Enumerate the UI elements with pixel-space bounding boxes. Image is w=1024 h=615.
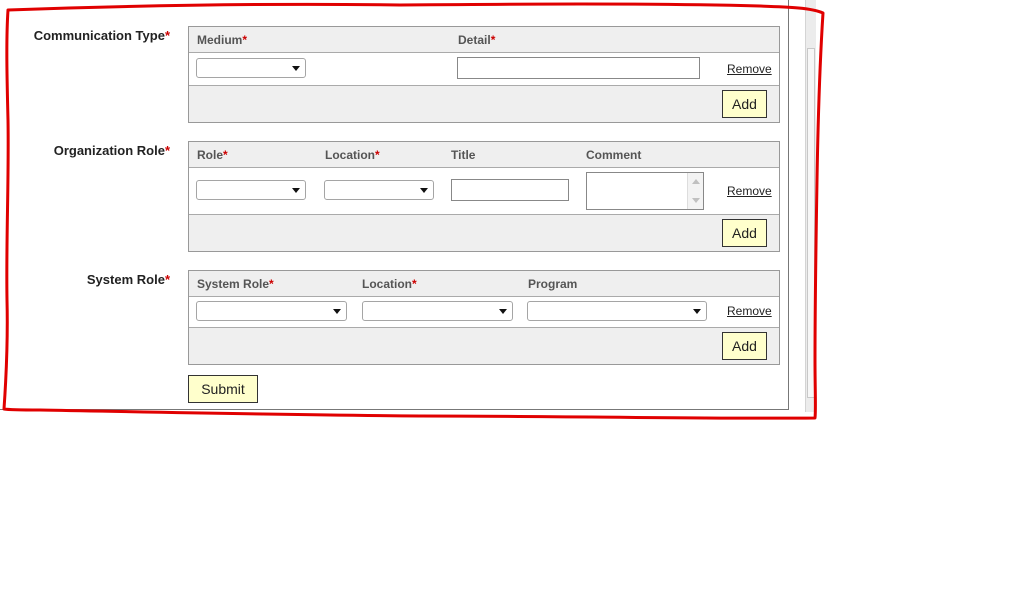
red-annotation-outline bbox=[2, 2, 825, 420]
